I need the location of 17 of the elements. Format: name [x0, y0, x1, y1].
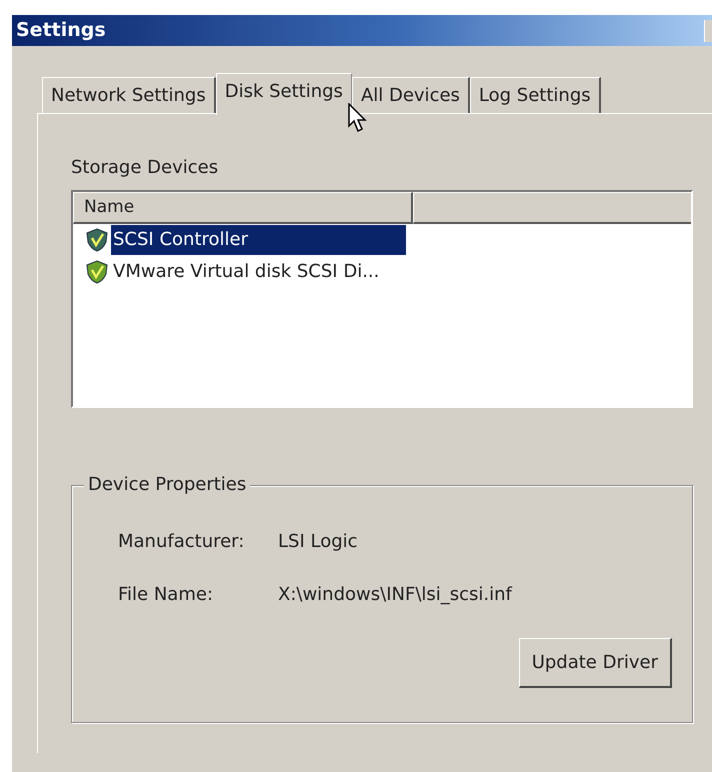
- field-label: File Name:: [118, 583, 214, 607]
- list-item[interactable]: SCSI Controller: [111, 225, 406, 255]
- shield-icon: [85, 260, 109, 284]
- list-item[interactable]: VMware Virtual disk SCSI Di...: [111, 257, 406, 287]
- shield-icon: [85, 228, 109, 252]
- tab[interactable]: Network Settings: [42, 77, 216, 113]
- section-label: Storage Devices: [71, 156, 220, 180]
- tab[interactable]: Log Settings: [470, 77, 601, 113]
- field-label: Manufacturer:: [118, 530, 246, 554]
- group-title: Device Properties: [84, 473, 250, 497]
- tab[interactable]: All Devices: [352, 77, 470, 113]
- close-button[interactable]: [704, 20, 712, 42]
- update-driver-button[interactable]: Update Driver: [518, 638, 672, 688]
- tab[interactable]: Disk Settings: [216, 73, 352, 115]
- field-value: X:\windows\INF\lsi_scsi.inf: [278, 583, 514, 607]
- window-title: Settings: [15, 18, 106, 44]
- field-value: LSI Logic: [278, 530, 359, 554]
